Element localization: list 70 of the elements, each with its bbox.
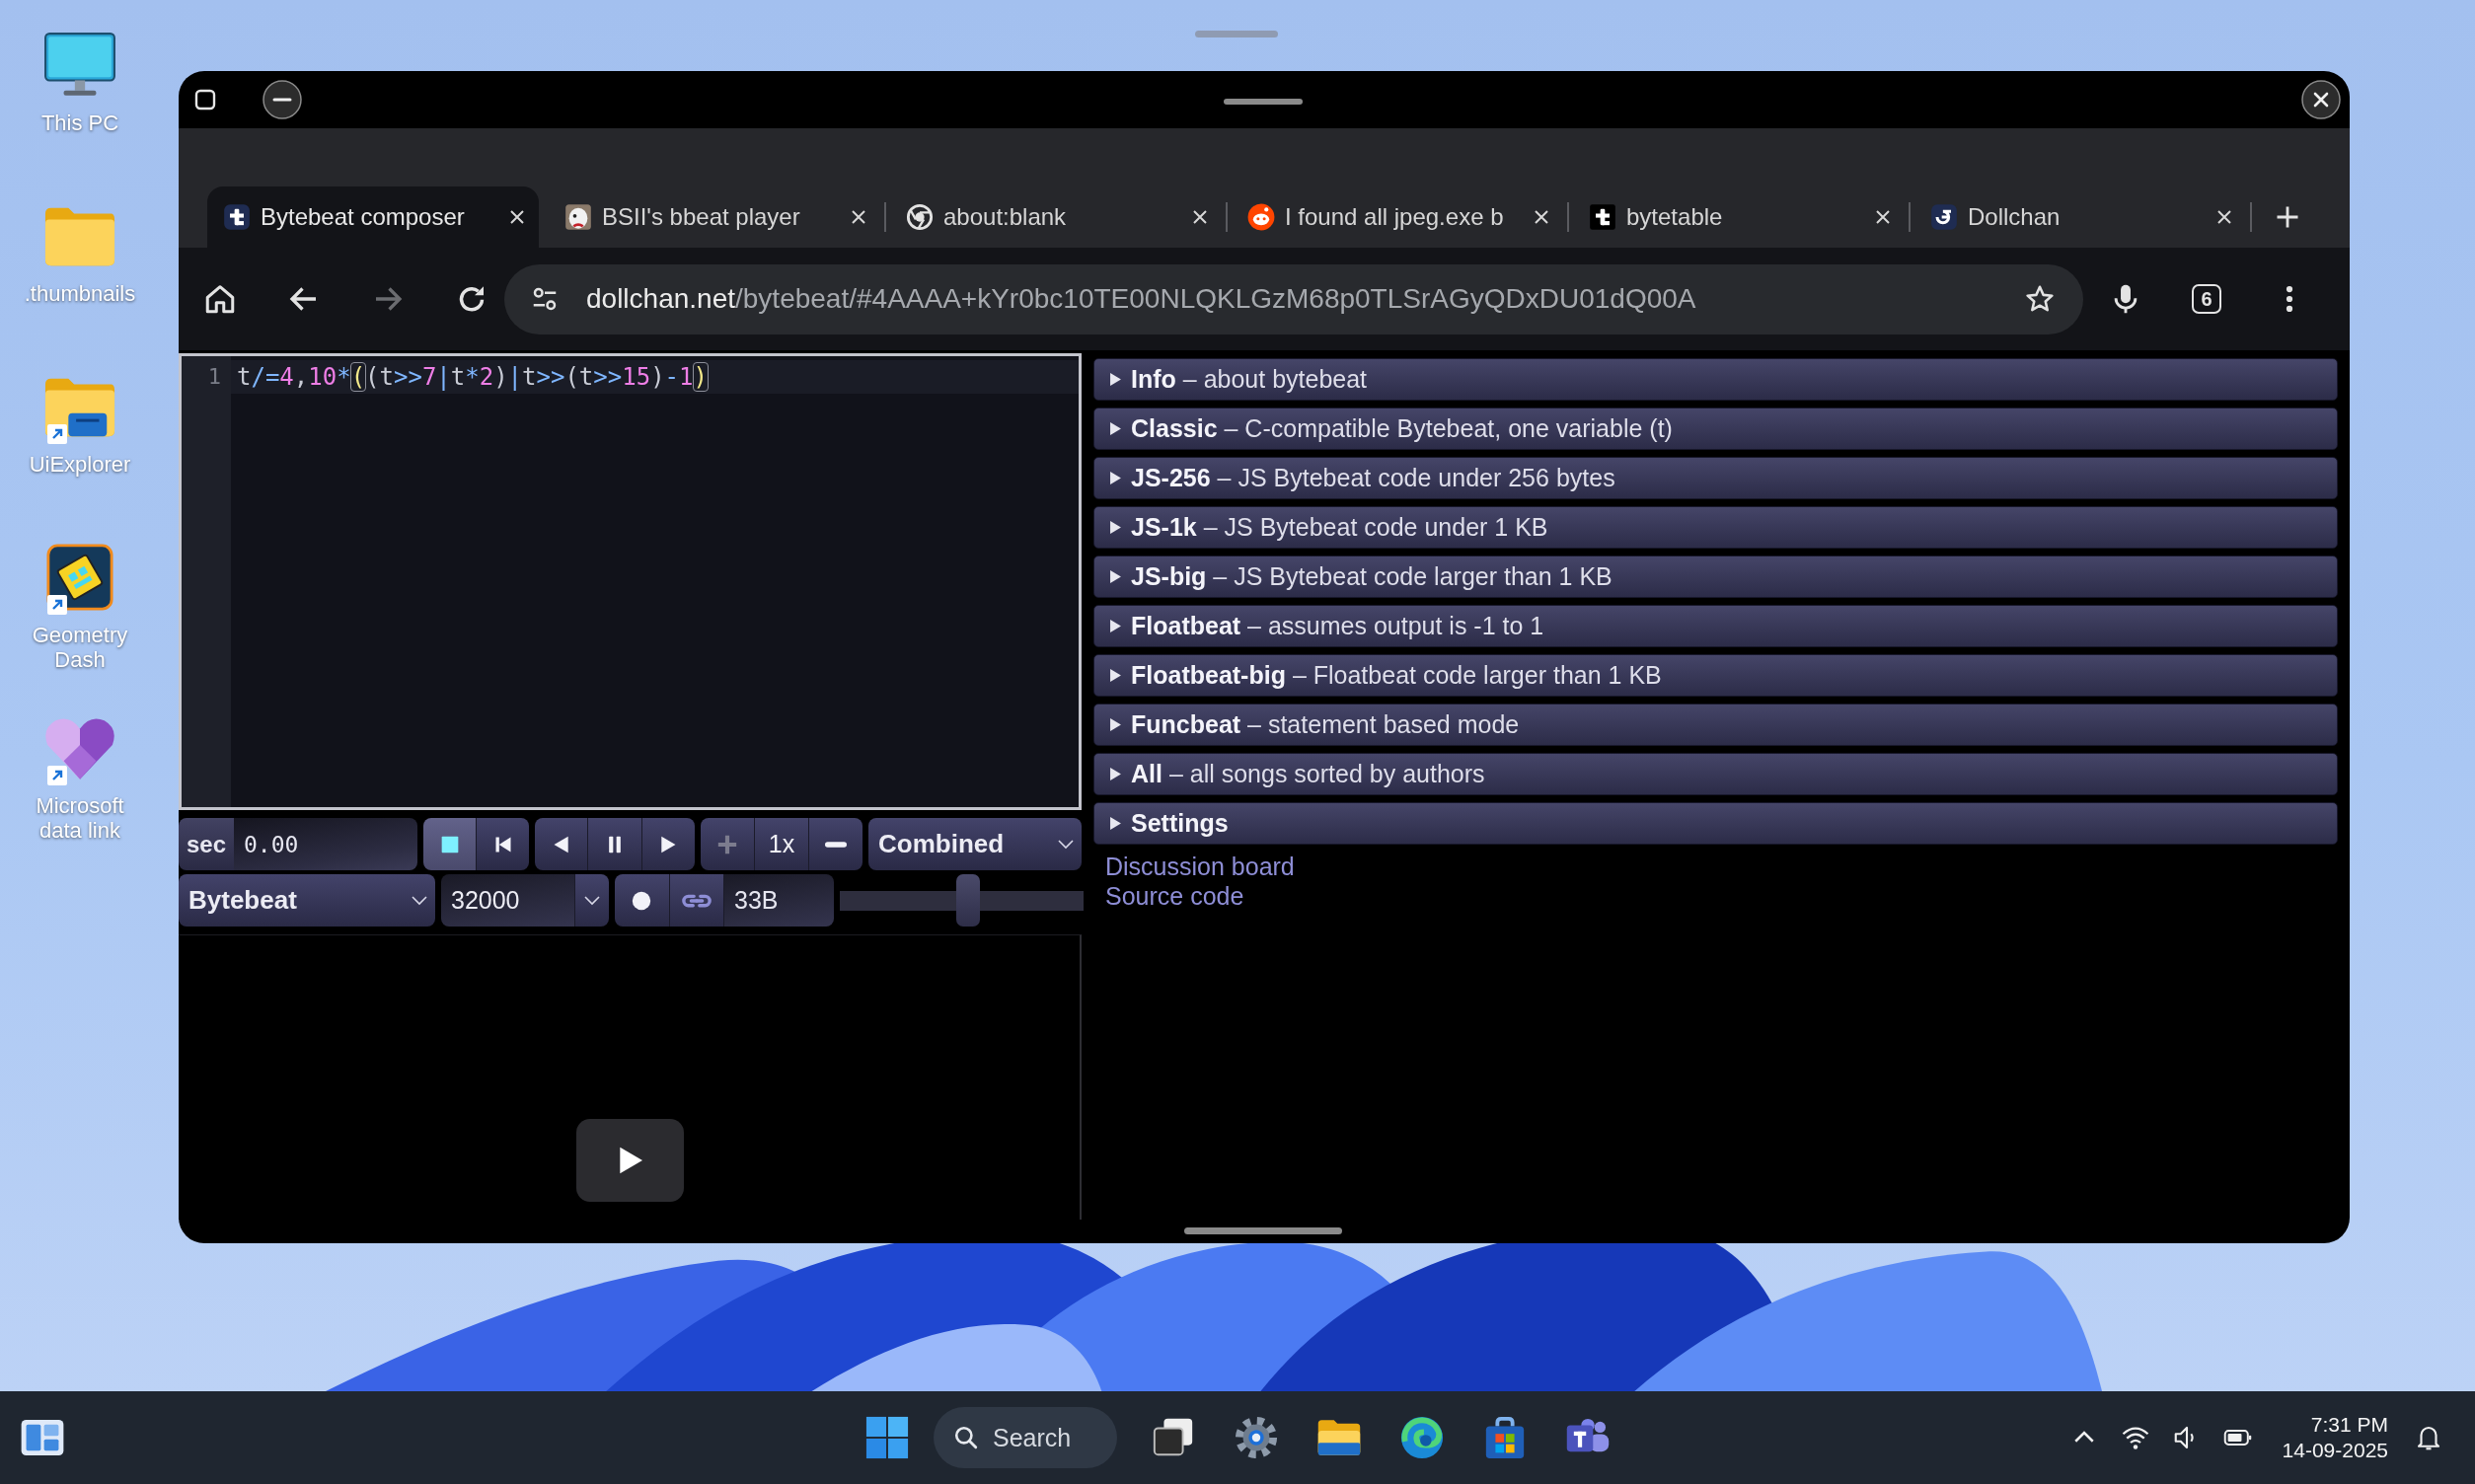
caret-icon [584,895,600,906]
site-logo-icon [1930,203,1958,231]
stop-button[interactable] [423,818,476,870]
time-unit-label: sec [179,818,234,870]
mascot-logo-icon [1247,203,1275,231]
search-button[interactable]: Search [934,1407,1117,1468]
skip-to-start-button[interactable] [476,818,529,870]
sample-rate-field[interactable]: 32000 [441,874,574,927]
share-link-button[interactable] [668,874,723,927]
library-section[interactable]: Floatbeat – assumes output is -1 to 1 [1093,605,2338,647]
display-mode-select[interactable]: Combined [868,818,1082,870]
library-section[interactable]: All – all songs sorted by authors [1093,753,2338,795]
photo-thumbnail-icon [564,203,592,231]
minimize-icon[interactable] [262,80,302,119]
address-bar[interactable]: dollchan.net/bytebeat/#4AAAA+kYr0bc10TE00NLQKLGzM68p0TLSrAGyQDxDU01dQ00A [504,263,2083,334]
clock-date[interactable]: 14-09-2025 [2282,1438,2388,1463]
minus-icon [825,841,847,848]
drag-handle[interactable] [1224,99,1303,105]
library-section[interactable]: Floatbeat-big – Floatbeat code larger than 1 KB [1093,654,2338,697]
settings-icon[interactable] [1234,1415,1279,1460]
library-section[interactable]: JS-1k – JS Bytebeat code under 1 KB [1093,506,2338,549]
site-logo-icon [223,203,251,231]
tab-count-button[interactable]: 6 [2192,284,2221,314]
circle-logo-icon [906,203,934,231]
stop-icon [439,834,460,854]
browser-icon[interactable] [1399,1415,1445,1460]
browser-tab[interactable]: BSII's bbeat player [549,186,880,248]
library-section[interactable]: Classic – C-compatible Bytebeat, one variable (t) [1093,408,2338,450]
drag-handle[interactable] [1195,31,1278,37]
line-number: 1 [207,363,221,391]
library-section[interactable]: JS-256 – JS Bytebeat code under 256 bytes [1093,457,2338,499]
slider-thumb[interactable] [956,874,981,927]
mode-select[interactable]: Bytebeat [179,874,435,927]
plus-icon [717,834,737,854]
browser-tab[interactable]: Bytebeat composer [207,186,539,248]
browser-tab[interactable]: I found all jpeg.exe b [1232,186,1563,248]
browser-tab[interactable]: bytetable [1573,186,1905,248]
library-section[interactable]: Funcbeat – statement based mode [1093,704,2338,746]
clock-time[interactable]: 7:31 PM [2310,1412,2388,1438]
close-icon[interactable] [2301,80,2341,119]
link[interactable]: Source code [1105,881,1244,911]
game-cube-icon[interactable] [43,544,116,611]
slow-down-button[interactable] [808,818,862,870]
drag-handle[interactable] [1184,1227,1342,1234]
caret-icon [1058,839,1074,850]
time-field[interactable]: 0.00 [234,818,417,870]
start-menu-icon[interactable] [864,1415,910,1460]
code-editor[interactable]: 1 t/=4,10*((t>>7|t*2)|t>>(t>>15)-1) [179,353,1082,810]
url-text: dollchan.net/bytebeat/#4AAAA+kYr0bc10TE00NLQKLGzM68p0TLSrAGyQDxDU01dQ00A [586,283,1697,315]
library-section[interactable]: JS-big – JS Bytebeat code larger than 1 KB [1093,556,2338,598]
monitor-icon[interactable] [43,32,116,99]
code-size-label: 33B [723,874,834,927]
library-section[interactable]: Info – about bytebeat [1093,358,2338,401]
site-logo-icon [1589,203,1616,231]
sample-rate-dropdown[interactable] [574,874,609,927]
browser-tab[interactable]: Dollchan [1914,186,2246,248]
library-section[interactable]: Settings [1093,802,2338,845]
caret-icon [412,895,427,906]
code-line: t/=4,10*((t>>7|t*2)|t>>(t>>15)-1) [237,363,708,391]
play-button[interactable] [640,818,695,870]
record-button[interactable] [615,874,669,927]
record-icon [632,890,652,911]
speed-button[interactable]: 1x [754,818,808,870]
link[interactable]: Discussion board [1105,852,1295,881]
search-icon [953,1425,979,1450]
play-overlay-button[interactable] [576,1119,684,1202]
browser-tab[interactable]: about:blank [890,186,1222,248]
reverse-play-button[interactable] [535,818,588,870]
pause-button[interactable] [587,818,641,870]
restore-icon[interactable] [193,88,217,111]
